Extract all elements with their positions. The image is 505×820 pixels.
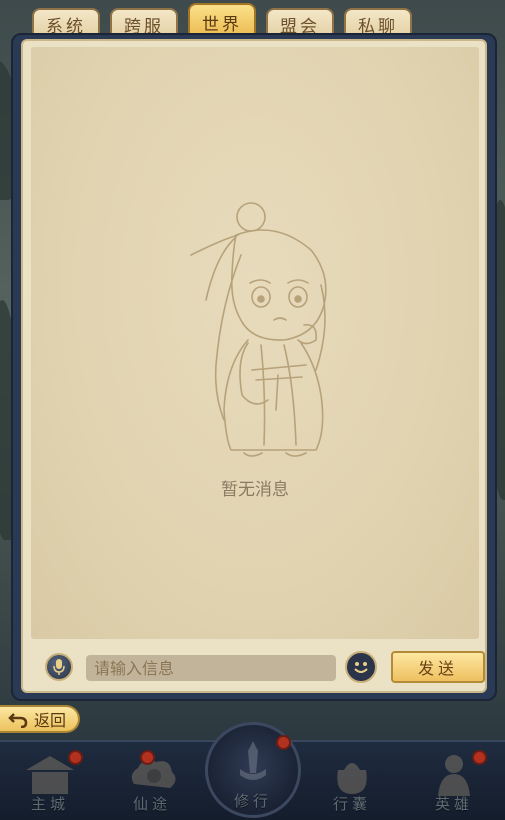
send-button[interactable]: 发送 bbox=[391, 651, 485, 683]
return-arrow-icon bbox=[8, 713, 28, 728]
nav-item-immortal-path[interactable]: 仙途 bbox=[112, 742, 192, 820]
back-label: 返回 bbox=[34, 711, 67, 730]
emoji-button[interactable] bbox=[345, 651, 377, 683]
chat-input-row: 发送 bbox=[31, 647, 485, 687]
nav-item-hero[interactable]: 英雄 bbox=[414, 742, 494, 820]
bag-icon bbox=[337, 763, 367, 794]
smiley-icon bbox=[354, 662, 368, 673]
nav-item-bag[interactable]: 行囊 bbox=[312, 742, 392, 820]
chat-panel-inner: 暂无消息 发送 bbox=[21, 39, 487, 693]
empty-chibi-illustration bbox=[190, 202, 327, 457]
nav-item-main-city[interactable]: 主城 bbox=[10, 742, 90, 820]
notification-dot bbox=[472, 750, 487, 765]
nav-label: 修行 bbox=[233, 792, 272, 810]
nav-item-cultivation[interactable]: 修行 bbox=[205, 722, 301, 818]
microphone-icon bbox=[53, 659, 65, 675]
message-list[interactable]: 暂无消息 bbox=[31, 47, 479, 639]
voice-button[interactable] bbox=[45, 653, 73, 681]
message-input[interactable] bbox=[86, 655, 336, 681]
empty-message-text: 暂无消息 bbox=[221, 480, 289, 500]
notification-dot bbox=[276, 735, 291, 750]
chat-panel: 暂无消息 发送 bbox=[11, 33, 497, 701]
notification-dot bbox=[68, 750, 83, 765]
sword-icon bbox=[240, 741, 266, 780]
notification-dot bbox=[140, 750, 155, 765]
back-button[interactable]: 返回 bbox=[0, 705, 80, 733]
